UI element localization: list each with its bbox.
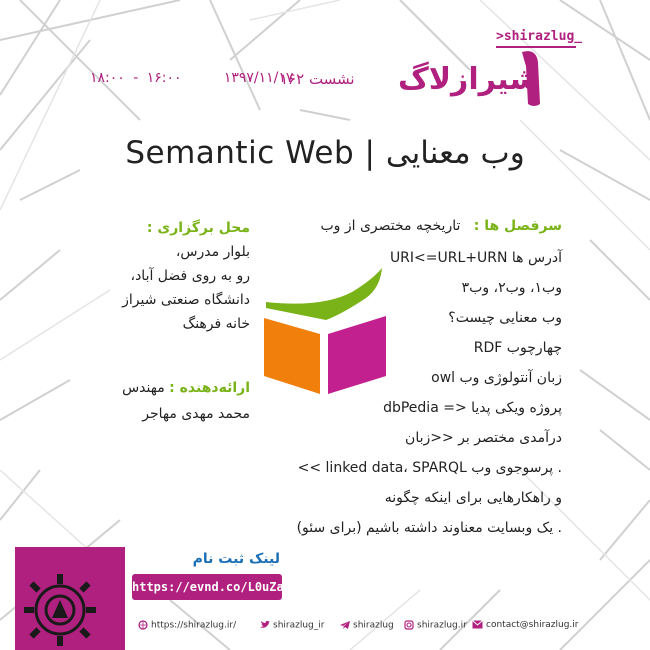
page-title: Semantic Web | وب معنایی [125,135,525,171]
venue-line: خانه فرهنگ [182,316,250,332]
event-date: ۱۳۹۷/۱۱/۱۷ [223,70,294,86]
venue-label: محل برگزاری : [146,220,250,236]
topics-label: سرفصل ها : [473,218,562,234]
globe-icon [138,620,148,630]
topic-item: پروژه ویکی پدیا <= dbPedia [383,400,562,416]
telegram-icon [340,621,350,629]
register-link[interactable]: https://evnd.co/L0uZa [132,574,284,600]
register-label: لینک ثبت نام [192,551,280,567]
footer-email[interactable]: contact@shirazlug.ir [472,620,579,630]
venue-line: رو به روی فضل آباد، [130,268,250,284]
footer-instagram[interactable]: shirazlug.ir [404,620,467,631]
venue-line: بلوار مدرس، [175,244,250,260]
event-time: ۱۶:۰۰ - ۱۸:۰۰ [90,70,182,86]
footer-website[interactable]: https://shirazlug.ir/ [138,620,236,631]
topics-first-item: تاریخچه مختصری از وب [320,218,461,234]
presenter-label: ارائه‌دهنده : [169,380,250,396]
presenter-section: ارائه‌دهنده : مهندس محمد مهدی مهاجر [90,378,250,430]
gear-icon [24,574,96,646]
semantic-web-cube-icon [264,268,386,394]
footer-telegram[interactable]: shirazlug [340,620,394,631]
presenter-header: ارائه‌دهنده : مهندس [90,378,250,404]
topic-item: . پرسوجوی وب linked data، SPARQL >> [297,460,562,476]
topic-item: درآمدی مختصر بر <<زبان [405,430,562,446]
logo-name: شیرازلاگ [398,62,540,97]
topic-item: و راهکارهایی برای اینکه چگونه [384,490,562,506]
footer-twitter[interactable]: shirazlug_ir [260,620,324,631]
instagram-icon [404,620,414,630]
footer: https://shirazlug.ir/ shirazlug_ir shira… [132,620,650,634]
twitter-icon [260,620,270,628]
presenter-title: مهندس [122,380,165,396]
event-timing: ۱۳۹۷/۱۱/۱۷ ۱۶:۰۰ - ۱۸:۰۰ [90,70,293,86]
venue-line: دانشگاه صنعتی شیراز [122,292,250,308]
topic-item: . یک وبسایت معناوند داشته باشیم (برای سئ… [296,520,562,536]
topics-header: سرفصل ها : تاریخچه مختصری از وب [242,218,562,248]
presenter-name: محمد مهدی مهاجر [142,406,250,422]
venue-section: محل برگزاری : بلوار مدرس، رو به روی فضل … [90,220,250,338]
email-icon [472,620,483,629]
